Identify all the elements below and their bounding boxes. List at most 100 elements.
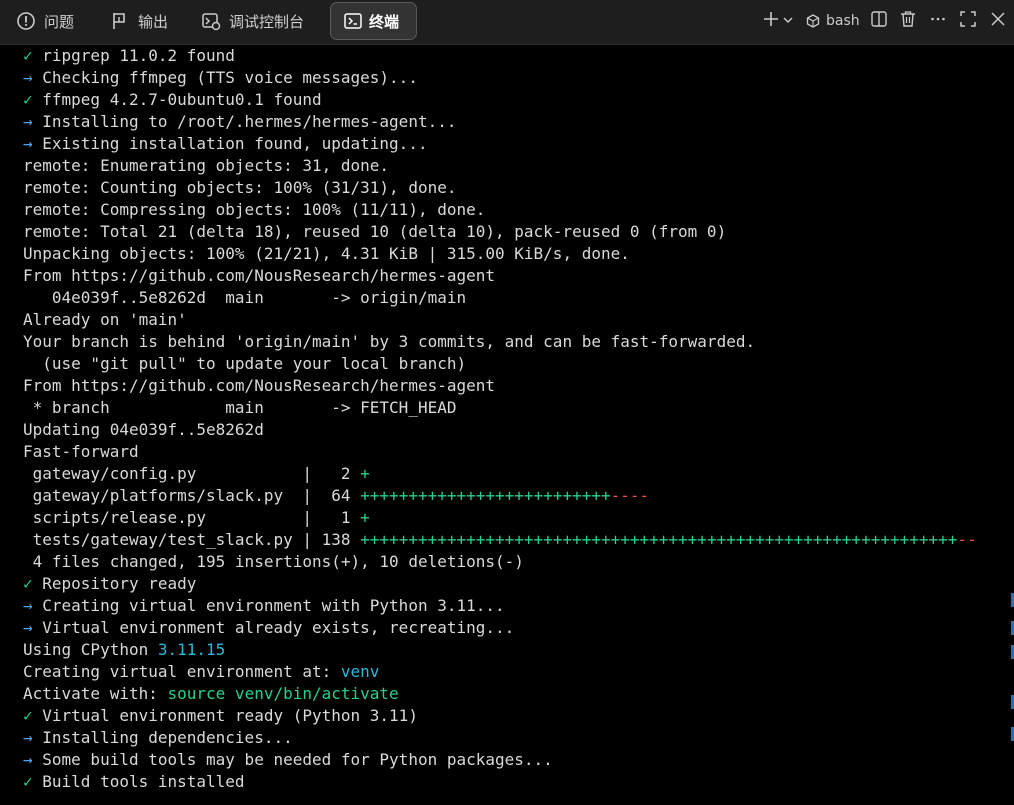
- tab-problems[interactable]: 问题: [16, 2, 74, 40]
- close-icon: [990, 11, 1006, 31]
- kill-terminal-button[interactable]: [898, 9, 918, 33]
- terminal-line: scripts/release.py | 1 +: [23, 507, 977, 529]
- terminal-text: 4 files changed, 195 insertions(+), 10 d…: [23, 552, 524, 571]
- terminal-line: → Installing to /root/.hermes/hermes-age…: [23, 111, 977, 133]
- terminal-line: remote: Counting objects: 100% (31/31), …: [23, 177, 977, 199]
- terminal-line: Creating virtual environment at: venv: [23, 661, 977, 683]
- panel-tab-bar: 问题 输出 调试控制台 终端 bash: [0, 0, 1014, 45]
- terminal-text: Using CPython: [23, 640, 158, 659]
- terminal-line: (use "git pull" to update your local bra…: [23, 353, 977, 375]
- more-icon: [929, 10, 947, 32]
- terminal-text: 04e039f..5e8262d main -> origin/main: [23, 288, 467, 307]
- terminal-text: gateway/config.py | 2: [23, 464, 361, 483]
- terminal-text: Build tools installed: [42, 772, 245, 791]
- terminal-line: From https://github.com/NousResearch/her…: [23, 375, 977, 397]
- terminal-lines: ✓ ripgrep 11.0.2 found → Checking ffmpeg …: [23, 45, 977, 793]
- tab-debug-console[interactable]: 调试控制台: [201, 2, 304, 40]
- terminal-text: tests/gateway/test_slack.py | 138: [23, 530, 361, 549]
- terminal-text: →: [23, 596, 43, 615]
- terminal-line: 04e039f..5e8262d main -> origin/main: [23, 287, 977, 309]
- terminal-line: Already on 'main': [23, 309, 977, 331]
- terminal-text: →: [23, 68, 43, 87]
- terminal-line: Activate with: source venv/bin/activate: [23, 683, 977, 705]
- terminal-text: Fast-forward: [23, 442, 139, 461]
- terminal-text: Existing installation found, updating...: [42, 134, 428, 153]
- terminal-line: ✓ Virtual environment ready (Python 3.11…: [23, 705, 977, 727]
- terminal-line: gateway/platforms/slack.py | 64 ++++++++…: [23, 485, 977, 507]
- terminal-line: → Installing dependencies...: [23, 727, 977, 749]
- terminal-text: Virtual environment already exists, recr…: [42, 618, 515, 637]
- terminal-text: ripgrep 11.0.2 found: [42, 46, 235, 65]
- terminal-text: --: [957, 530, 977, 549]
- tab-label: 调试控制台: [229, 12, 305, 31]
- debug-console-icon: [201, 11, 221, 31]
- terminal-line: Updating 04e039f..5e8262d: [23, 419, 977, 441]
- tab-label: 问题: [44, 12, 75, 31]
- terminal-text: Your branch is behind 'origin/main' by 3…: [23, 332, 756, 351]
- terminal-text: +: [360, 464, 370, 483]
- terminal-line: * branch main -> FETCH_HEAD: [23, 397, 977, 419]
- terminal-line: remote: Enumerating objects: 31, done.: [23, 155, 977, 177]
- terminal-text: Installing dependencies...: [42, 728, 293, 747]
- terminal-line: gateway/config.py | 2 +: [23, 463, 977, 485]
- terminal-line: ✓ Build tools installed: [23, 771, 977, 793]
- terminal-line: Using CPython 3.11.15: [23, 639, 977, 661]
- terminal-line: tests/gateway/test_slack.py | 138 ++++++…: [23, 529, 977, 551]
- alert-circle-icon: [16, 11, 36, 31]
- plus-icon: [762, 10, 780, 32]
- terminal-icon: [343, 11, 363, 31]
- terminal-text: →: [23, 134, 43, 153]
- terminal-text: Updating 04e039f..5e8262d: [23, 420, 264, 439]
- terminal-text: Creating virtual environment at:: [23, 662, 341, 681]
- terminal-text: +: [360, 508, 370, 527]
- terminal-line: Unpacking objects: 100% (21/21), 4.31 Ki…: [23, 243, 977, 265]
- terminal-text: From https://github.com/NousResearch/her…: [23, 266, 496, 285]
- terminal-text: ✓: [23, 706, 43, 725]
- terminal-text: Already on 'main': [23, 310, 187, 329]
- terminal-line: ✓ ffmpeg 4.2.7-0ubuntu0.1 found: [23, 89, 977, 111]
- maximize-panel-button[interactable]: [958, 9, 978, 33]
- terminal-output[interactable]: ✓ ripgrep 11.0.2 found → Checking ffmpeg …: [0, 45, 1014, 805]
- more-actions-button[interactable]: [928, 9, 948, 33]
- terminal-text: ✓: [23, 574, 43, 593]
- terminal-text: ----: [610, 486, 650, 505]
- tab-label: 终端: [369, 12, 400, 31]
- terminal-text: Creating virtual environment with Python…: [42, 596, 505, 615]
- terminal-text: venv: [340, 662, 380, 681]
- terminal-text: source venv/bin/activate: [167, 684, 399, 703]
- trash-icon: [899, 10, 917, 32]
- terminal-panel: 问题 输出 调试控制台 终端 bash ✓ ripgrep 11.0.2 fou…: [0, 0, 1014, 805]
- tab-terminal[interactable]: 终端: [330, 2, 417, 40]
- maximize-icon: [959, 10, 977, 32]
- terminal-text: ffmpeg 4.2.7-0ubuntu0.1 found: [42, 90, 322, 109]
- terminal-text: Repository ready: [42, 574, 197, 593]
- tab-label: 输出: [138, 12, 169, 31]
- shell-selector[interactable]: bash: [806, 9, 862, 33]
- terminal-text: * branch main -> FETCH_HEAD: [23, 398, 457, 417]
- terminal-text: →: [23, 112, 43, 131]
- terminal-text: ✓: [23, 90, 43, 109]
- terminal-text: (use "git pull" to update your local bra…: [23, 354, 467, 373]
- split-editor-icon: [870, 10, 888, 32]
- terminal-line: → Existing installation found, updating.…: [23, 133, 977, 155]
- terminal-text: remote: Total 21 (delta 18), reused 10 (…: [23, 222, 727, 241]
- terminal-line: 4 files changed, 195 insertions(+), 10 d…: [23, 551, 977, 573]
- tab-output[interactable]: 输出: [110, 2, 168, 40]
- terminal-text: ++++++++++++++++++++++++++: [360, 486, 611, 505]
- terminal-line: → Virtual environment already exists, re…: [23, 617, 977, 639]
- close-panel-button[interactable]: [988, 9, 1008, 33]
- terminal-line: remote: Total 21 (delta 18), reused 10 (…: [23, 221, 977, 243]
- terminal-text: →: [23, 750, 43, 769]
- terminal-line: Your branch is behind 'origin/main' by 3…: [23, 331, 977, 353]
- terminal-line: Fast-forward: [23, 441, 977, 463]
- new-terminal-button[interactable]: [760, 9, 782, 33]
- terminal-dropdown-button[interactable]: [782, 9, 794, 33]
- terminal-text: →: [23, 618, 43, 637]
- split-terminal-button[interactable]: [869, 9, 889, 33]
- terminal-text: From https://github.com/NousResearch/her…: [23, 376, 496, 395]
- terminal-text: ✓: [23, 772, 43, 791]
- chevron-down-icon: [783, 13, 793, 29]
- terminal-text: ++++++++++++++++++++++++++++++++++++++++…: [360, 530, 958, 549]
- terminal-line: remote: Compressing objects: 100% (11/11…: [23, 199, 977, 221]
- terminal-text: scripts/release.py | 1: [23, 508, 361, 527]
